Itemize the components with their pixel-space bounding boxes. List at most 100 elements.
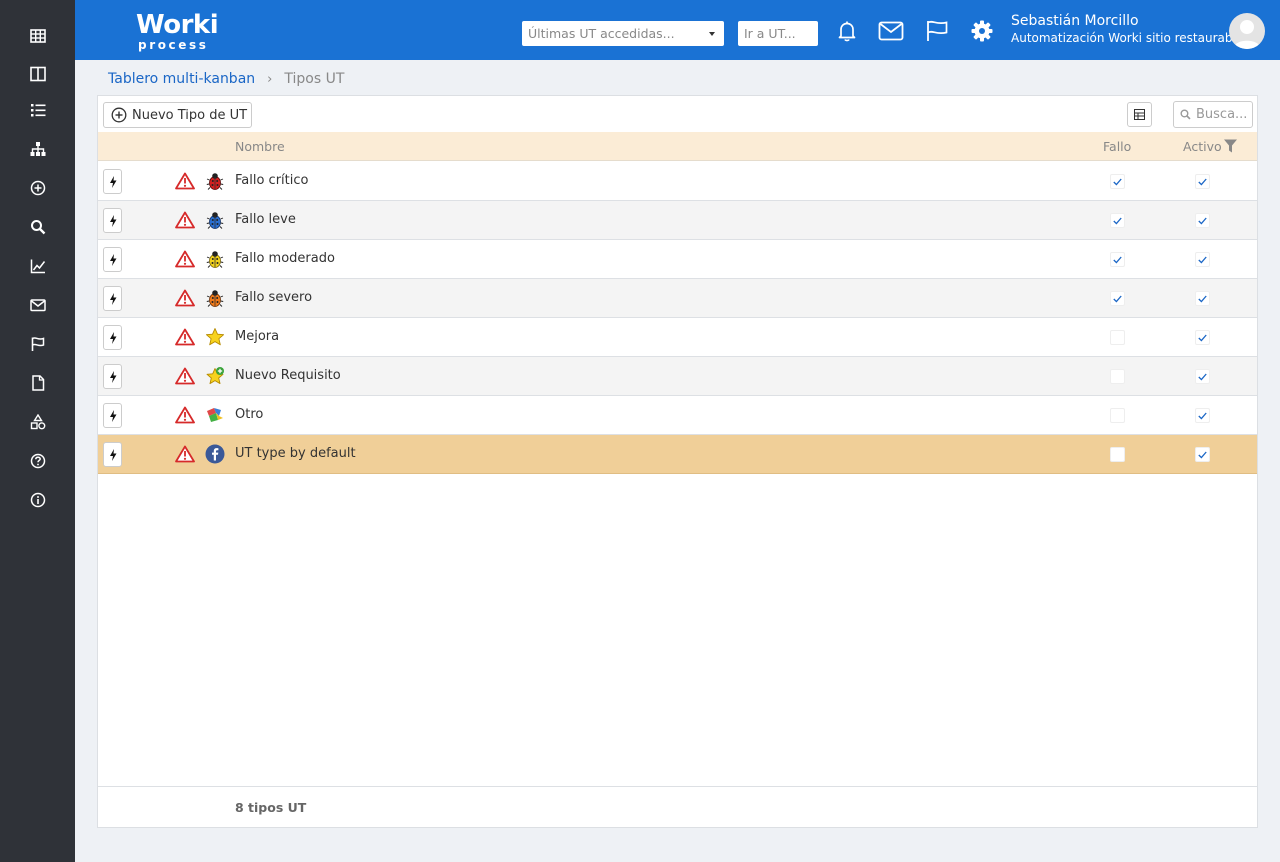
table-row[interactable]: Otro: [98, 396, 1257, 435]
row-name: Fallo severo: [235, 290, 313, 305]
columns-icon: [29, 66, 46, 81]
sidebar-item-documents[interactable]: [0, 363, 75, 402]
fallo-checkbox[interactable]: [1110, 213, 1125, 228]
activo-checkbox[interactable]: [1195, 330, 1210, 345]
check-icon: [1198, 295, 1207, 303]
activo-checkbox[interactable]: [1195, 447, 1210, 462]
sidebar-item-search[interactable]: [0, 207, 75, 246]
sidebar-item-about[interactable]: [0, 480, 75, 519]
lightning-icon[interactable]: [103, 286, 122, 311]
warning-icon: [175, 289, 195, 307]
list-icon: [30, 103, 45, 116]
table-row-selected[interactable]: UT type by default: [98, 435, 1257, 474]
grid-icon: [29, 28, 46, 43]
avatar[interactable]: [1229, 13, 1265, 49]
document-icon: [31, 374, 44, 391]
lightning-icon[interactable]: [103, 442, 122, 467]
lightning-icon[interactable]: [103, 208, 122, 233]
envelope-icon: [29, 298, 46, 311]
lightning-icon[interactable]: [103, 364, 122, 389]
activo-checkbox[interactable]: [1195, 213, 1210, 228]
sidebar-item-reports[interactable]: [0, 246, 75, 285]
row-name: Otro: [235, 407, 264, 422]
activo-checkbox[interactable]: [1195, 291, 1210, 306]
activo-checkbox[interactable]: [1195, 174, 1210, 189]
hierarchy-icon: [30, 141, 45, 156]
search-icon: [1180, 109, 1191, 120]
row-name: Mejora: [235, 329, 280, 344]
fallo-checkbox[interactable]: [1110, 330, 1125, 345]
shapes-icon: [30, 413, 45, 429]
lightning-icon[interactable]: [103, 169, 122, 194]
sidebar-item-messages[interactable]: [0, 285, 75, 324]
sidebar-item-list[interactable]: [0, 90, 75, 129]
check-icon: [1198, 178, 1207, 186]
table-row[interactable]: Fallo moderado: [98, 240, 1257, 279]
table-row[interactable]: Fallo leve: [98, 201, 1257, 240]
row-name: UT type by default: [235, 446, 356, 461]
check-icon: [1198, 451, 1207, 459]
sidebar-item-dashboard[interactable]: [0, 16, 75, 55]
fallo-checkbox[interactable]: [1110, 408, 1125, 423]
warning-icon: [175, 250, 195, 268]
red-bug-icon: [206, 173, 224, 190]
check-icon: [1113, 178, 1122, 186]
recent-ut-placeholder: Últimas UT accedidas...: [528, 26, 675, 41]
fallo-checkbox[interactable]: [1110, 447, 1125, 462]
table-row[interactable]: Nuevo Requisito: [98, 357, 1257, 396]
sidebar-item-kanban[interactable]: [0, 54, 75, 93]
star-plus-icon: [206, 367, 224, 385]
envelope-icon[interactable]: [878, 18, 904, 44]
sidebar-item-new[interactable]: [0, 168, 75, 207]
check-icon: [1198, 256, 1207, 264]
sidebar: [0, 0, 75, 862]
sidebar-item-help[interactable]: [0, 441, 75, 480]
table-row[interactable]: Fallo severo: [98, 279, 1257, 318]
column-header-activo[interactable]: Activo: [1183, 139, 1222, 154]
lightning-icon[interactable]: [103, 325, 122, 350]
breadcrumb-parent-link[interactable]: Tablero multi-kanban: [108, 71, 255, 87]
search-icon: [30, 219, 45, 234]
lightning-icon[interactable]: [103, 403, 122, 428]
warning-icon: [175, 445, 195, 463]
fallo-checkbox[interactable]: [1110, 252, 1125, 267]
row-name: Fallo crítico: [235, 173, 309, 188]
fallo-checkbox[interactable]: [1110, 291, 1125, 306]
activo-checkbox[interactable]: [1195, 408, 1210, 423]
new-ut-type-label: Nuevo Tipo de UT: [132, 107, 248, 123]
sidebar-item-milestones[interactable]: [0, 324, 75, 363]
chevron-down-icon: [709, 32, 715, 36]
sidebar-item-components[interactable]: [0, 402, 75, 441]
table-row[interactable]: Mejora: [98, 318, 1257, 357]
goto-ut-input[interactable]: [738, 21, 818, 46]
column-header-name[interactable]: Nombre: [235, 139, 285, 154]
fallo-checkbox[interactable]: [1110, 369, 1125, 384]
activo-checkbox[interactable]: [1195, 252, 1210, 267]
warning-icon: [175, 367, 195, 385]
orange-bug-icon: [206, 290, 224, 307]
flag-icon[interactable]: [924, 18, 950, 44]
bell-icon[interactable]: [834, 18, 860, 44]
help-circle-icon: [30, 453, 45, 468]
filter-icon[interactable]: [1223, 139, 1238, 153]
column-header-fallo[interactable]: Fallo: [1103, 139, 1131, 154]
table-row[interactable]: Fallo crítico: [98, 162, 1257, 201]
breadcrumb-current: Tipos UT: [284, 71, 345, 87]
logo-title: Worki: [136, 10, 219, 40]
logo-subtitle: process: [138, 38, 209, 52]
new-ut-type-button[interactable]: Nuevo Tipo de UT: [103, 102, 252, 128]
search-input[interactable]: Busca...: [1173, 101, 1253, 128]
lightning-icon[interactable]: [103, 247, 122, 272]
activo-checkbox[interactable]: [1195, 369, 1210, 384]
gear-icon[interactable]: [969, 18, 995, 44]
fallo-checkbox[interactable]: [1110, 174, 1125, 189]
warning-icon: [175, 211, 195, 229]
user-name[interactable]: Sebastián Morcillo: [1011, 13, 1139, 29]
export-button[interactable]: [1127, 102, 1152, 127]
recent-ut-select[interactable]: Últimas UT accedidas...: [522, 21, 724, 46]
puzzle-icon: [207, 408, 223, 422]
check-icon: [1113, 256, 1122, 264]
row-count: 8 tipos UT: [235, 800, 307, 815]
sidebar-item-hierarchy[interactable]: [0, 129, 75, 168]
worki-logo[interactable]: Worki process: [136, 10, 219, 53]
